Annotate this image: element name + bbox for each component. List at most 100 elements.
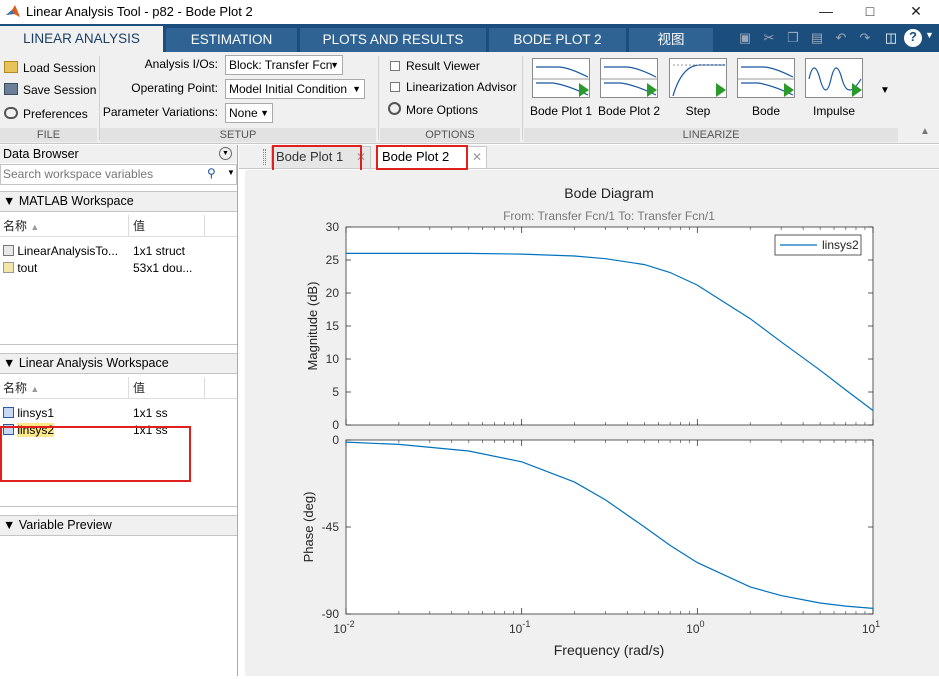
- impulse-thumbnail-icon: [805, 58, 863, 98]
- analysis-ios-value: Block: Transfer Fcn: [229, 58, 333, 72]
- redo-icon[interactable]: ↷: [856, 30, 874, 46]
- magnitude-axes[interactable]: [345, 226, 874, 426]
- table-row[interactable]: tout 53x1 dou...: [3, 260, 233, 277]
- bode-label: Bode: [751, 104, 781, 118]
- table-row[interactable]: LinearAnalysisTo... 1x1 struct: [3, 243, 233, 260]
- linearization-advisor-label: Linearization Advisor: [406, 80, 517, 94]
- save-icon[interactable]: ▣: [736, 30, 754, 46]
- ribbon-tab-strip: LINEAR ANALYSIS ESTIMATION PLOTS AND RES…: [0, 24, 939, 52]
- col-value-header[interactable]: 值: [133, 215, 145, 237]
- xtick-label: 10-1: [509, 619, 530, 636]
- col-name-header[interactable]: 名称 ▲: [3, 377, 39, 400]
- window-title: Linear Analysis Tool - p82 - Bode Plot 2: [26, 4, 253, 19]
- step-label: Step: [685, 104, 711, 118]
- more-options-button[interactable]: More Options: [388, 100, 478, 120]
- magnitude-ytick-label: 15: [326, 319, 340, 333]
- result-viewer-checkbox[interactable]: Result Viewer: [390, 56, 480, 76]
- xtick-label: 101: [862, 619, 880, 636]
- sort-asc-icon: ▲: [30, 222, 40, 232]
- collapse-triangle-icon: ▼: [3, 518, 16, 532]
- magnitude-ylabel: Magnitude (dB): [305, 282, 320, 371]
- help-dropdown-icon[interactable]: ▼: [925, 30, 934, 40]
- gallery-expand-button[interactable]: ▼: [872, 56, 898, 126]
- result-viewer-label: Result Viewer: [406, 59, 480, 73]
- folder-open-icon: [4, 61, 18, 73]
- load-session-button[interactable]: Load Session: [4, 58, 96, 78]
- more-options-label: More Options: [406, 103, 479, 117]
- cut-icon[interactable]: ✂: [760, 30, 778, 46]
- close-icon[interactable]: ✕: [894, 0, 938, 24]
- phase-axes[interactable]: [345, 439, 874, 615]
- matlab-workspace-table: 名称 ▲ 值 LinearAnalysisTo... 1x1 struct to…: [0, 215, 237, 345]
- matlab-workspace-title: MATLAB Workspace: [18, 194, 134, 208]
- preferences-button[interactable]: Preferences: [4, 104, 88, 124]
- data-browser-title: Data Browser: [0, 145, 237, 163]
- save-session-button[interactable]: Save Session: [4, 80, 96, 100]
- gear-icon: [388, 102, 401, 115]
- bode-plot-2-button[interactable]: Bode Plot 2: [598, 56, 660, 122]
- search-box[interactable]: ⚲ ▼: [0, 164, 237, 185]
- help-icon[interactable]: ?: [904, 29, 922, 47]
- operating-point-dropdown[interactable]: Model Initial Condition ▼: [225, 79, 365, 99]
- maximize-icon[interactable]: □: [848, 0, 892, 24]
- chevron-down-icon: ▼: [352, 84, 361, 94]
- search-icon[interactable]: ⚲: [207, 166, 216, 180]
- xtick-label: 100: [686, 619, 704, 636]
- tab-view[interactable]: 视图: [629, 28, 714, 52]
- magnitude-ytick-label: 30: [326, 220, 340, 234]
- impulse-button[interactable]: Impulse: [803, 56, 865, 122]
- parameter-variations-dropdown[interactable]: None ▼: [225, 103, 273, 123]
- copy-icon[interactable]: ❐: [784, 30, 802, 46]
- panel-menu-icon[interactable]: ▼: [219, 147, 232, 160]
- undo-icon[interactable]: ↶: [832, 30, 850, 46]
- linear-analysis-workspace-table: 名称 ▲ 值 linsys1 1x1 ss linsys2 1x1 ss: [0, 377, 237, 507]
- close-icon[interactable]: ✕: [472, 147, 482, 167]
- window-icon[interactable]: ◫: [882, 30, 900, 46]
- var-value: 1x1 struct: [133, 244, 186, 258]
- bode-plot-1-button[interactable]: Bode Plot 1: [530, 56, 592, 122]
- search-input[interactable]: [1, 165, 201, 183]
- step-button[interactable]: Step: [667, 56, 729, 122]
- col-name-label: 名称: [3, 381, 28, 395]
- column-divider: [128, 215, 129, 237]
- variable-preview-title: Variable Preview: [18, 518, 112, 532]
- col-value-header[interactable]: 值: [133, 377, 145, 399]
- chart-xlabel: Frequency (rad/s): [554, 642, 664, 658]
- tab-linear-analysis[interactable]: LINEAR ANALYSIS: [0, 26, 164, 52]
- bode-diagram[interactable]: Bode Diagram From: Transfer Fcn/1 To: Tr…: [245, 170, 939, 676]
- linear-analysis-workspace-title: Linear Analysis Workspace: [18, 356, 169, 370]
- chevron-down-icon: ▼: [330, 60, 339, 70]
- tab-plots-and-results[interactable]: PLOTS AND RESULTS: [300, 28, 487, 52]
- minimize-icon[interactable]: —: [804, 0, 848, 24]
- analysis-ios-dropdown[interactable]: Block: Transfer Fcn ▼: [225, 55, 343, 75]
- plot-area: Bode Diagram From: Transfer Fcn/1 To: Tr…: [245, 170, 939, 676]
- collapse-ribbon-icon[interactable]: ▲: [920, 126, 930, 137]
- chevron-down-icon[interactable]: ▼: [227, 168, 235, 177]
- ribbon: Load Session Save Session Preferences FI…: [0, 52, 939, 144]
- variable-preview-header[interactable]: ▼ Variable Preview: [0, 515, 237, 536]
- checkbox-icon: [390, 61, 400, 71]
- step-thumbnail-icon: [669, 58, 727, 98]
- legend[interactable]: linsys2: [774, 234, 862, 256]
- separator: [378, 56, 379, 140]
- linearization-advisor-checkbox[interactable]: Linearization Advisor: [390, 77, 517, 97]
- impulse-label: Impulse: [812, 104, 856, 118]
- var-value: 1x1 ss: [133, 406, 168, 420]
- paste-icon[interactable]: ▤: [808, 30, 826, 46]
- tab-bode-plot-2[interactable]: BODE PLOT 2: [489, 28, 627, 52]
- matlab-workspace-header[interactable]: ▼ MATLAB Workspace: [0, 191, 237, 212]
- tab-estimation[interactable]: ESTIMATION: [166, 28, 298, 52]
- parameter-variations-value: None: [229, 106, 258, 120]
- drag-handle-icon[interactable]: [263, 149, 266, 165]
- legend-entry: linsys2: [822, 238, 859, 252]
- linear-analysis-workspace-header[interactable]: ▼ Linear Analysis Workspace: [0, 353, 237, 374]
- matlab-logo-icon: [6, 5, 20, 17]
- title-bar: Linear Analysis Tool - p82 - Bode Plot 2…: [0, 0, 939, 24]
- col-name-header[interactable]: 名称 ▲: [3, 215, 39, 238]
- phase-ylabel: Phase (deg): [301, 492, 316, 563]
- chart-subtitle: From: Transfer Fcn/1 To: Transfer Fcn/1: [503, 209, 715, 223]
- preferences-label: Preferences: [23, 107, 88, 121]
- bode-button[interactable]: Bode: [735, 56, 797, 122]
- table-row[interactable]: linsys1 1x1 ss: [3, 405, 233, 422]
- sort-asc-icon: ▲: [30, 384, 40, 394]
